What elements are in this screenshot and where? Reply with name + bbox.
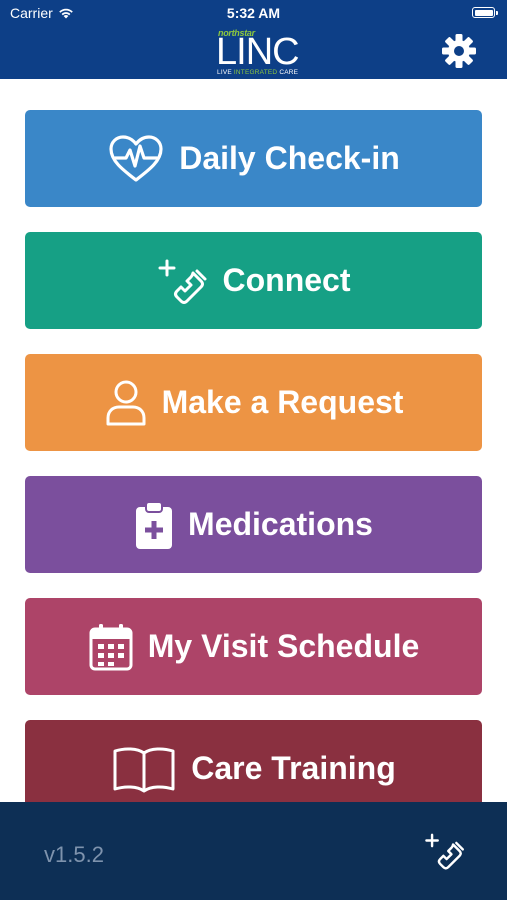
calendar-icon (88, 622, 134, 672)
daily-check-in-button[interactable]: Daily Check-in (25, 110, 482, 207)
app-header: Carrier 5:32 AM northstar LINC LIVE INTE… (0, 0, 507, 79)
my-visit-schedule-button[interactable]: My Visit Schedule (25, 598, 482, 695)
person-icon (104, 378, 148, 428)
settings-button[interactable] (440, 32, 478, 70)
status-time: 5:32 AM (226, 5, 281, 21)
clipboard-medical-icon (134, 499, 174, 551)
my-visit-schedule-label: My Visit Schedule (147, 628, 420, 664)
daily-check-in-label: Daily Check-in (179, 140, 400, 176)
make-a-request-label: Make a Request (161, 384, 404, 420)
battery-icon (472, 7, 498, 18)
medications-button[interactable]: Medications (25, 476, 482, 573)
connect-button[interactable]: Connect (25, 232, 482, 329)
make-a-request-button[interactable]: Make a Request (25, 354, 482, 451)
medications-label: Medications (188, 506, 373, 542)
phone-plus-icon (157, 255, 209, 307)
connect-label: Connect (222, 262, 351, 298)
version-label: v1.5.2 (44, 842, 104, 867)
gear-icon (442, 34, 476, 68)
app-logo: northstar LINC LIVE INTEGRATED CARE (214, 28, 314, 78)
phone-plus-icon (425, 833, 464, 870)
book-icon (111, 745, 177, 793)
logo-tagline: LIVE INTEGRATED CARE (217, 69, 299, 76)
care-training-label: Care Training (191, 750, 396, 786)
status-bar: Carrier 5:32 AM (0, 0, 507, 26)
logo-brand-main: LINC (216, 31, 300, 73)
footer-call-button[interactable] (424, 830, 466, 877)
heartbeat-icon (107, 134, 165, 184)
